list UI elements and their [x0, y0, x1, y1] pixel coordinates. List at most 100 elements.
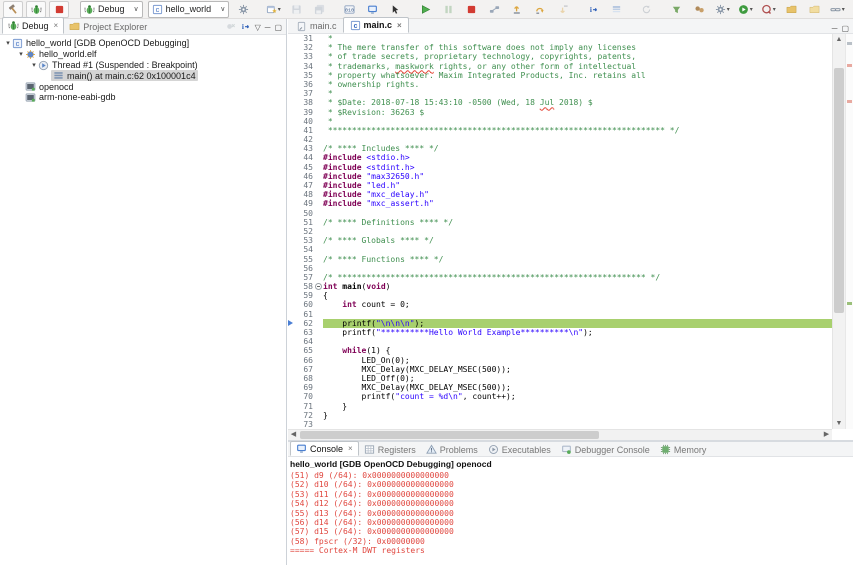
code-text[interactable]: *	[323, 34, 832, 43]
code-text[interactable]: LED_Off(0);	[323, 374, 832, 383]
select-pointer-button[interactable]	[385, 1, 405, 18]
code-text[interactable]: *	[323, 89, 832, 98]
code-line[interactable]: 64	[288, 337, 832, 346]
scroll-right-icon[interactable]: ▶	[821, 430, 832, 440]
code-text[interactable]	[323, 337, 832, 346]
code-line[interactable]: 62 printf("\n\n\n");	[288, 319, 832, 328]
tab-debugger-console[interactable]: Debugger Console	[556, 443, 655, 456]
code-text[interactable]: /* *************************************…	[323, 273, 832, 282]
code-text[interactable]: #include <stdint.h>	[323, 163, 832, 172]
code-line[interactable]: 69 MXC_Delay(MXC_DELAY_MSEC(500));	[288, 383, 832, 392]
tab-problems[interactable]: Problems	[421, 443, 483, 456]
expander-icon[interactable]: ▾	[17, 50, 25, 58]
code-line[interactable]: 60 int count = 0;	[288, 300, 832, 309]
maximize-editor-button[interactable]: ▢	[841, 24, 849, 33]
code-text[interactable]	[323, 264, 832, 273]
chevron-down-icon[interactable]: ▾	[750, 6, 753, 13]
close-icon[interactable]: ×	[348, 444, 353, 453]
chevron-down-icon[interactable]: ∨	[134, 5, 139, 13]
code-line[interactable]: 67 MXC_Delay(MXC_DELAY_MSEC(500));	[288, 365, 832, 374]
step-over-button[interactable]	[530, 1, 550, 18]
code-line[interactable]: 46#include "max32650.h"	[288, 172, 832, 181]
code-text[interactable]: /* **** Definitions **** */	[323, 218, 832, 227]
tree-item[interactable]: main() at main.c:62 0x100001c4	[2, 70, 286, 81]
tree-item[interactable]: ▾chello_world [GDB OpenOCD Debugging]	[2, 38, 286, 49]
code-text[interactable]: #include <stdio.h>	[323, 153, 832, 162]
code-line[interactable]: 38 * $Date: 2018-07-18 15:43:10 -0500 (W…	[288, 98, 832, 107]
terminate-button[interactable]	[461, 1, 481, 18]
chevron-down-icon[interactable]: ▾	[727, 6, 730, 13]
debug-button[interactable]	[26, 1, 46, 18]
scroll-left-icon[interactable]: ◀	[288, 430, 299, 440]
code-text[interactable]	[323, 209, 832, 218]
tree-item[interactable]: arm-none-eabi-gdb	[2, 92, 286, 103]
code-text[interactable]: #include "mxc_assert.h"	[323, 199, 832, 208]
resume-button[interactable]	[415, 1, 435, 18]
code-line[interactable]: 71 }	[288, 402, 832, 411]
tree-item-content[interactable]: Thread #1 (Suspended : Breakpoint)	[38, 60, 198, 71]
code-line[interactable]: 39 * $Revision: 36263 $	[288, 108, 832, 117]
tab-debug[interactable]: Debug×	[2, 17, 64, 34]
code-editor[interactable]: 31 * 32 * The mere transfer of this soft…	[288, 34, 832, 429]
fold-marker-icon[interactable]	[315, 282, 323, 291]
code-text[interactable]: #include "led.h"	[323, 181, 832, 190]
code-text[interactable]: printf("\n\n\n");	[323, 319, 832, 328]
code-line[interactable]: 73	[288, 420, 832, 429]
editor-vertical-scrollbar[interactable]: ▲ ▼	[832, 34, 845, 429]
code-line[interactable]: 33 * of trade secrets, proprietary techn…	[288, 52, 832, 61]
code-text[interactable]: }	[323, 402, 832, 411]
code-line[interactable]: 34 * trademarks, maskwork rights, or any…	[288, 62, 832, 71]
code-line[interactable]: 49#include "mxc_assert.h"	[288, 199, 832, 208]
tab-memory[interactable]: Memory	[655, 443, 712, 456]
search-button[interactable]: ▾	[827, 1, 847, 18]
code-line[interactable]: 66 LED_On(0);	[288, 356, 832, 365]
code-text[interactable]: LED_On(0);	[323, 356, 832, 365]
code-line[interactable]: 61	[288, 310, 832, 319]
code-text[interactable]	[323, 135, 832, 144]
code-line[interactable]: 32 * The mere transfer of this software …	[288, 43, 832, 52]
code-text[interactable]	[323, 310, 832, 319]
tree-item[interactable]: openocd	[2, 81, 286, 92]
use-step-filters-button[interactable]	[666, 1, 686, 18]
memory-view-button[interactable]: 010	[339, 1, 359, 18]
ruler-mark[interactable]	[847, 42, 852, 45]
horizontal-scroll-thumb[interactable]	[300, 431, 599, 439]
build-button[interactable]	[3, 1, 23, 18]
code-text[interactable]: int main(void)	[323, 282, 832, 291]
code-text[interactable]: /* **** Functions **** */	[323, 255, 832, 264]
code-line[interactable]: 51/* **** Definitions **** */	[288, 218, 832, 227]
close-icon[interactable]: ×	[54, 21, 59, 30]
code-text[interactable]: * $Date: 2018-07-18 15:43:10 -0500 (Wed,…	[323, 98, 832, 107]
view-menu-button[interactable]: ▽	[255, 23, 261, 32]
code-line[interactable]: 45#include <stdint.h>	[288, 163, 832, 172]
code-line[interactable]: 63 printf("**********Hello World Example…	[288, 328, 832, 337]
console-view-button[interactable]	[362, 1, 382, 18]
close-icon[interactable]: ×	[397, 21, 402, 30]
tree-item[interactable]: ▾hello_world.elf	[2, 49, 286, 60]
code-line[interactable]: 52	[288, 227, 832, 236]
tab-project-explorer[interactable]: Project Explorer	[64, 19, 152, 34]
code-line[interactable]: 44#include <stdio.h>	[288, 153, 832, 162]
code-text[interactable]: #include "mxc_delay.h"	[323, 190, 832, 199]
code-text[interactable]: * of trade secrets, proprietary technolo…	[323, 52, 832, 61]
code-line[interactable]: 35 * property whatsoever. Maxim Integrat…	[288, 71, 832, 80]
code-line[interactable]: 42	[288, 135, 832, 144]
code-text[interactable]: * trademarks, maskwork rights, or any ot…	[323, 62, 832, 71]
code-line[interactable]: 72}	[288, 411, 832, 420]
chevron-down-icon[interactable]: ▾	[773, 6, 776, 13]
external-tools-button[interactable]: ▾	[758, 1, 778, 18]
ruler-mark-spelling[interactable]	[847, 100, 852, 103]
code-text[interactable]: * property whatsoever. Maxim Integrated …	[323, 71, 832, 80]
code-text[interactable]: MXC_Delay(MXC_DELAY_MSEC(500));	[323, 365, 832, 374]
tree-item-content[interactable]: arm-none-eabi-gdb	[25, 92, 116, 103]
scroll-down-icon[interactable]: ▼	[833, 418, 845, 429]
profile-button[interactable]	[689, 1, 709, 18]
minimize-editor-button[interactable]: ─	[832, 24, 838, 33]
tab-console[interactable]: Console×	[290, 441, 359, 456]
expander-icon[interactable]: ▾	[30, 61, 38, 69]
terminate-launch-button[interactable]	[49, 1, 69, 18]
code-text[interactable]: * ownership rights.	[323, 80, 832, 89]
code-text[interactable]: while(1) {	[323, 346, 832, 355]
minimize-view-button[interactable]: ─	[265, 23, 271, 32]
tree-item-content[interactable]: hello_world.elf	[25, 49, 97, 60]
